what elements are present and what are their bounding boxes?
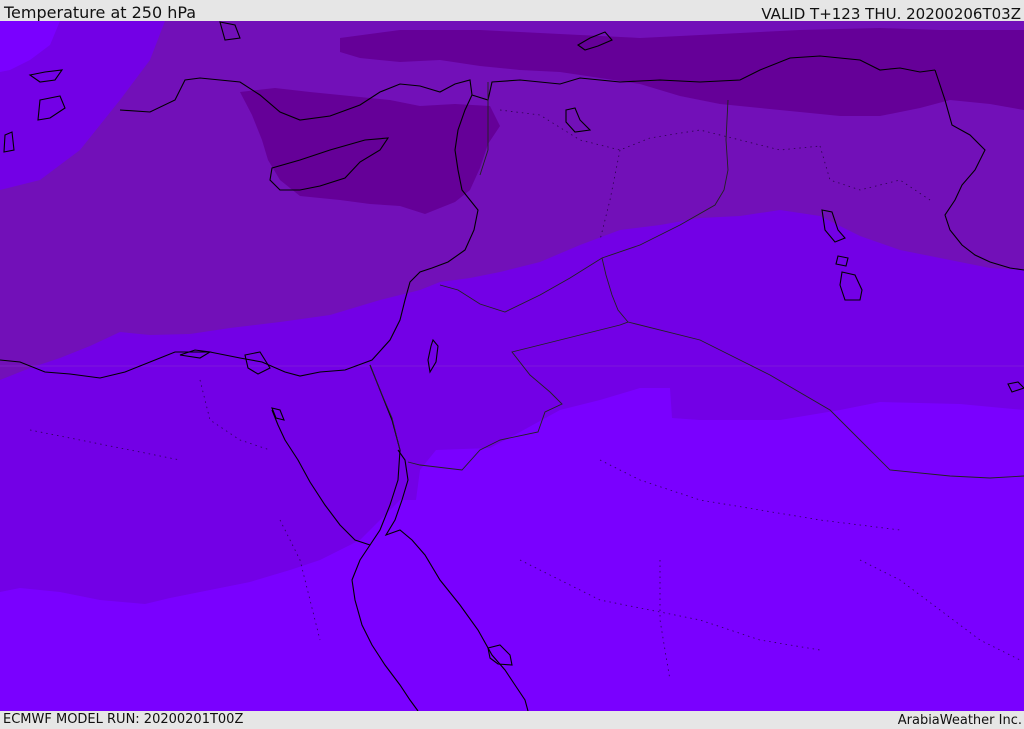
map-canvas	[0, 21, 1024, 711]
model-run-label: ECMWF MODEL RUN: 20200201T00Z	[3, 712, 244, 727]
map-title: Temperature at 250 hPa	[4, 3, 197, 22]
credit-label: ArabiaWeather Inc.	[897, 713, 1022, 728]
weather-map-frame: Temperature at 250 hPa VALID T+123 THU. …	[0, 0, 1024, 729]
temperature-map[interactable]	[0, 21, 1024, 711]
